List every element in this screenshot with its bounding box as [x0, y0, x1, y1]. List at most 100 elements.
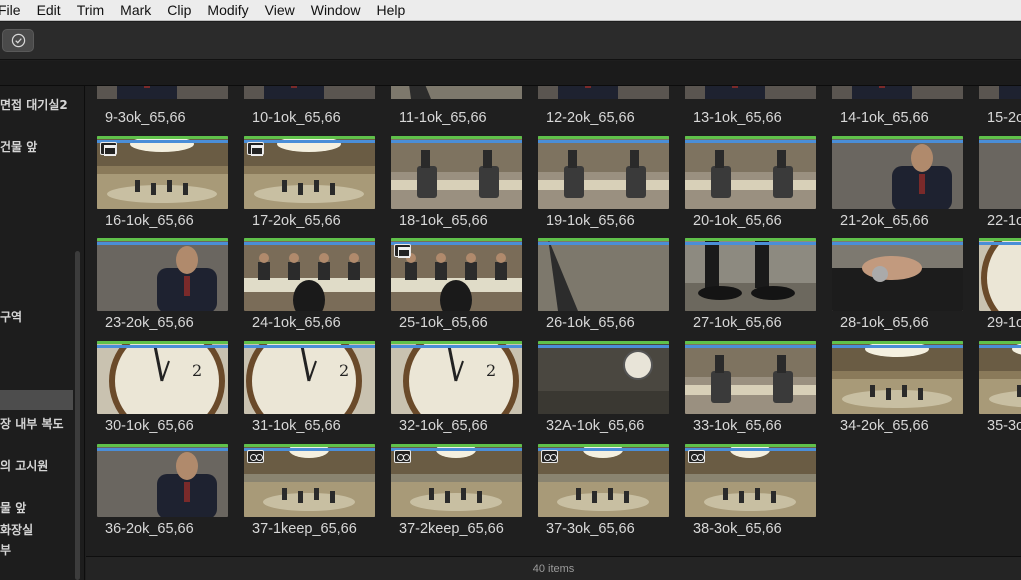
menu-file[interactable]: File: [0, 0, 29, 21]
clip-thumbnail[interactable]: [538, 444, 669, 517]
background-tasks-button[interactable]: [2, 29, 34, 52]
clip-thumbnail[interactable]: [685, 341, 816, 414]
clip-name: 28-1ok_65,66: [840, 315, 929, 331]
clip-thumbnail[interactable]: [685, 238, 816, 311]
clip-name: 12-2ok_65,66: [546, 110, 635, 126]
sidebar-item-event[interactable]: 장 내부 복도: [0, 415, 64, 432]
analysis-bar-blue: [97, 242, 228, 245]
linked-audio-icon: [247, 450, 264, 463]
analysis-bar-green: [391, 136, 522, 139]
svg-text:2: 2: [486, 361, 496, 380]
analysis-bar-blue: [244, 345, 375, 348]
analysis-bar-blue: [685, 242, 816, 245]
clip-name: 37-1keep_65,66: [252, 521, 357, 537]
clip-thumbnail[interactable]: [97, 444, 228, 517]
sidebar-item-event[interactable]: 물 앞: [0, 499, 26, 516]
clip-thumbnail[interactable]: [832, 86, 963, 106]
clip-thumbnail[interactable]: [244, 444, 375, 517]
toolbar: [0, 22, 1021, 60]
multicam-clip-icon: [247, 142, 264, 156]
clip-thumbnail[interactable]: 2: [244, 341, 375, 414]
analysis-bar-green: [979, 238, 1021, 241]
linked-audio-icon: [541, 450, 558, 463]
clip-name: 19-1ok_65,66: [546, 213, 635, 229]
analysis-bar-blue: [979, 345, 1021, 348]
sidebar-item-event[interactable]: 화장실: [0, 521, 33, 538]
analysis-bar-green: [685, 444, 816, 447]
clip-browser: 9-3ok_65,66 10-1ok_65,66 11-1ok_65,66 12-2o…: [86, 86, 1021, 556]
clip-thumbnail[interactable]: [97, 136, 228, 209]
sidebar-item-event[interactable]: 부: [0, 541, 11, 558]
analysis-bar-green: [832, 136, 963, 139]
sidebar-item-event[interactable]: 의 고시원: [0, 457, 48, 474]
analysis-bar-blue: [832, 140, 963, 143]
clip-thumbnail[interactable]: [97, 86, 228, 106]
clip-thumbnail[interactable]: [244, 238, 375, 311]
menu-mark[interactable]: Mark: [112, 0, 159, 21]
clip-name: 9-3ok_65,66: [105, 110, 186, 126]
clip-name: 26-1ok_65,66: [546, 315, 635, 331]
multicam-clip-icon: [100, 142, 117, 156]
menu-modify[interactable]: Modify: [199, 0, 256, 21]
analysis-bar-blue: [685, 140, 816, 143]
clip-name: 10-1ok_65,66: [252, 110, 341, 126]
analysis-bar-blue: [391, 140, 522, 143]
clip-thumbnail[interactable]: [538, 341, 669, 414]
menu-trim[interactable]: Trim: [69, 0, 112, 21]
clip-thumbnail[interactable]: [391, 444, 522, 517]
clip-thumbnail[interactable]: [391, 238, 522, 311]
linked-audio-icon: [394, 450, 411, 463]
analysis-bar-green: [391, 444, 522, 447]
analysis-bar-green: [244, 341, 375, 344]
clip-thumbnail[interactable]: [685, 444, 816, 517]
clip-thumbnail[interactable]: [538, 86, 669, 106]
clip-name: 32A-1ok_65,66: [546, 418, 645, 434]
clip-thumbnail[interactable]: [832, 341, 963, 414]
clip-name: 17-2ok_65,66: [252, 213, 341, 229]
clip-thumbnail[interactable]: [538, 238, 669, 311]
clip-name: 29-1ok_65,66: [987, 315, 1021, 331]
clip-thumbnail[interactable]: [979, 341, 1021, 414]
analysis-bar-green: [685, 136, 816, 139]
sidebar-scrollbar[interactable]: [75, 251, 80, 580]
clip-thumbnail[interactable]: [391, 86, 522, 106]
clip-thumbnail[interactable]: 2: [97, 341, 228, 414]
clip-thumbnail[interactable]: [244, 136, 375, 209]
clip-thumbnail[interactable]: [97, 238, 228, 311]
menu-edit[interactable]: Edit: [29, 0, 69, 21]
sidebar-item-event[interactable]: 면접 대기실2: [0, 96, 68, 113]
analysis-bar-green: [97, 341, 228, 344]
menu-clip[interactable]: Clip: [159, 0, 199, 21]
analysis-bar-blue: [832, 242, 963, 245]
clip-name: 23-2ok_65,66: [105, 315, 194, 331]
analysis-bar-blue: [97, 448, 228, 451]
clip-thumbnail[interactable]: [685, 86, 816, 106]
clip-name: 34-2ok_65,66: [840, 418, 929, 434]
browser-header-strip: [0, 61, 1021, 86]
analysis-bar-blue: [979, 140, 1021, 143]
clip-thumbnail[interactable]: [685, 136, 816, 209]
browser-footer: 40 items: [86, 556, 1021, 580]
menu-window[interactable]: Window: [303, 0, 369, 21]
clip-name: 15-2ok_65,66: [987, 110, 1021, 126]
clip-thumbnail[interactable]: [391, 136, 522, 209]
clip-thumbnail[interactable]: [538, 136, 669, 209]
clip-thumbnail[interactable]: [979, 86, 1021, 106]
sidebar-item-event[interactable]: 건물 앞: [0, 138, 37, 155]
clip-name: 20-1ok_65,66: [693, 213, 782, 229]
menu-view[interactable]: View: [257, 0, 303, 21]
clip-name: 13-1ok_65,66: [693, 110, 782, 126]
clip-name: 25-1ok_65,66: [399, 315, 488, 331]
clip-thumbnail[interactable]: 2: [979, 238, 1021, 311]
clip-thumbnail[interactable]: [244, 86, 375, 106]
clip-name: 32-1ok_65,66: [399, 418, 488, 434]
analysis-bar-green: [244, 238, 375, 241]
svg-text:2: 2: [339, 361, 349, 380]
clip-thumbnail[interactable]: [832, 136, 963, 209]
linked-audio-icon: [688, 450, 705, 463]
clip-thumbnail[interactable]: 2: [391, 341, 522, 414]
clip-thumbnail[interactable]: [832, 238, 963, 311]
sidebar-item-event[interactable]: 구역: [0, 308, 22, 325]
menu-help[interactable]: Help: [369, 0, 414, 21]
clip-thumbnail[interactable]: [979, 136, 1021, 209]
